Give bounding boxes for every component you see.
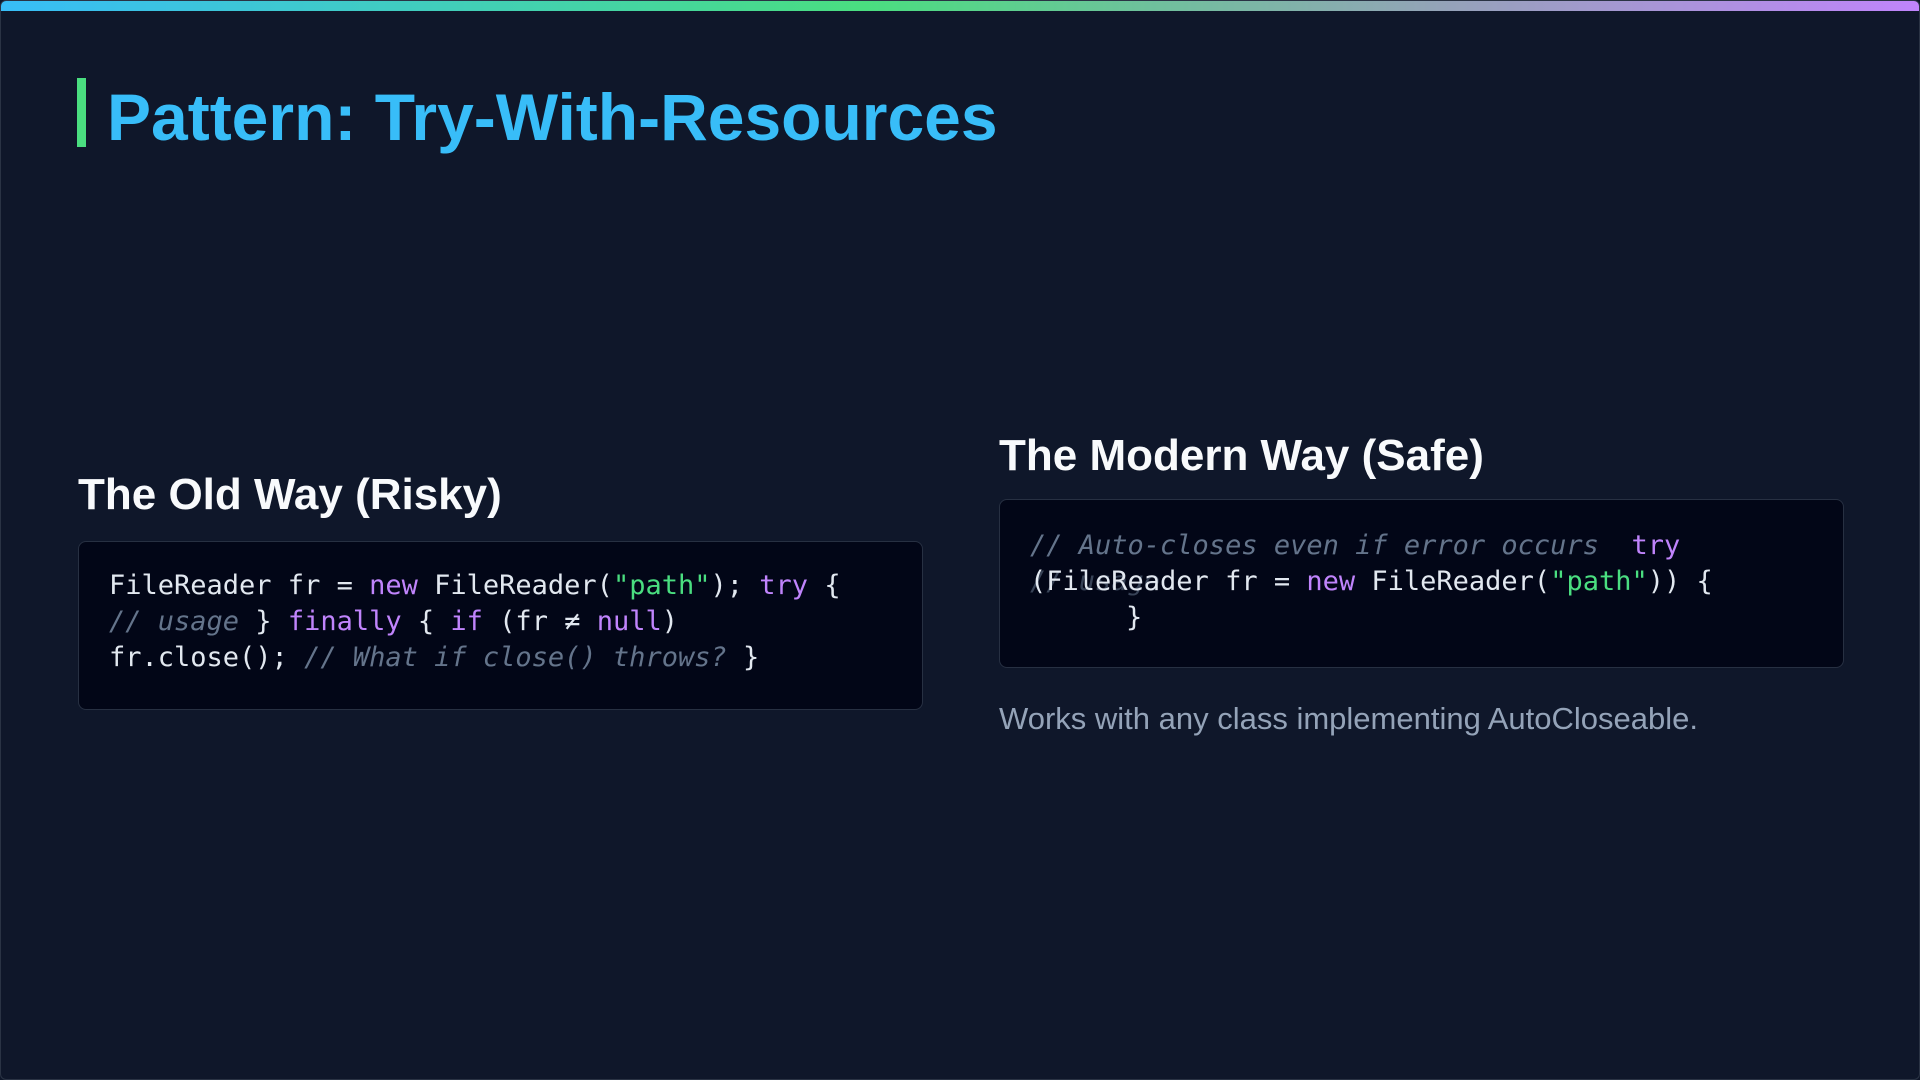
old-way-code-block: FileReader fr = new FileReader("path"); … bbox=[78, 541, 923, 710]
old-way-heading: The Old Way (Risky) bbox=[78, 470, 502, 519]
top-gradient-bar bbox=[1, 1, 1919, 11]
code-comment: // What if close() throws? bbox=[304, 642, 727, 673]
old-code-line-2: // usage } finally { if (fr ≠ null) bbox=[109, 604, 678, 640]
code-string: "path" bbox=[612, 570, 711, 601]
code-token: FileReader fr = bbox=[109, 570, 370, 601]
code-keyword: try bbox=[1598, 530, 1681, 561]
modern-code-line-2: (FileReader fr = new FileReader("path"))… bbox=[1030, 564, 1713, 600]
code-token: (FileReader fr = bbox=[1030, 566, 1307, 597]
code-token: fr.close(); bbox=[109, 642, 305, 673]
slide-title: Pattern: Try-With-Resources bbox=[107, 80, 998, 154]
code-token: FileReader( bbox=[1355, 566, 1551, 597]
code-token: { bbox=[808, 570, 841, 601]
modern-way-heading: The Modern Way (Safe) bbox=[999, 431, 1484, 480]
modern-code-line-1: // Auto-closes even if error occurs try bbox=[1030, 528, 1680, 564]
code-keyword: try bbox=[759, 570, 809, 601]
slide: Pattern: Try-With-Resources The Old Way … bbox=[0, 0, 1920, 1080]
code-keyword: new bbox=[1306, 566, 1356, 597]
code-token: (fr ≠ bbox=[482, 606, 597, 637]
code-token: )) { bbox=[1647, 566, 1713, 597]
code-token: ); bbox=[710, 570, 760, 601]
code-keyword: finally bbox=[287, 606, 402, 637]
old-code-line-1: FileReader fr = new FileReader("path"); … bbox=[109, 568, 841, 604]
modern-way-code-block: // Auto-closes even if error occurs try … bbox=[999, 499, 1844, 668]
code-string: "path" bbox=[1550, 566, 1648, 597]
code-token: } bbox=[1126, 602, 1143, 633]
code-keyword: if bbox=[450, 606, 483, 637]
code-token: FileReader( bbox=[417, 570, 613, 601]
code-token: { bbox=[401, 606, 451, 637]
code-token: ) bbox=[661, 606, 679, 637]
code-token: } bbox=[726, 642, 760, 673]
code-comment: // Auto-closes even if error occurs bbox=[1030, 530, 1599, 561]
code-comment: // usage bbox=[109, 606, 240, 637]
old-code-line-3: fr.close(); // What if close() throws? } bbox=[109, 640, 759, 676]
code-keyword: null bbox=[596, 606, 662, 637]
code-keyword: new bbox=[369, 570, 418, 601]
modern-code-line-3: } bbox=[1126, 600, 1142, 636]
code-token: } bbox=[239, 606, 288, 637]
title-accent-bar bbox=[77, 78, 86, 147]
autocloseable-note: Works with any class implementing AutoCl… bbox=[999, 701, 1698, 736]
